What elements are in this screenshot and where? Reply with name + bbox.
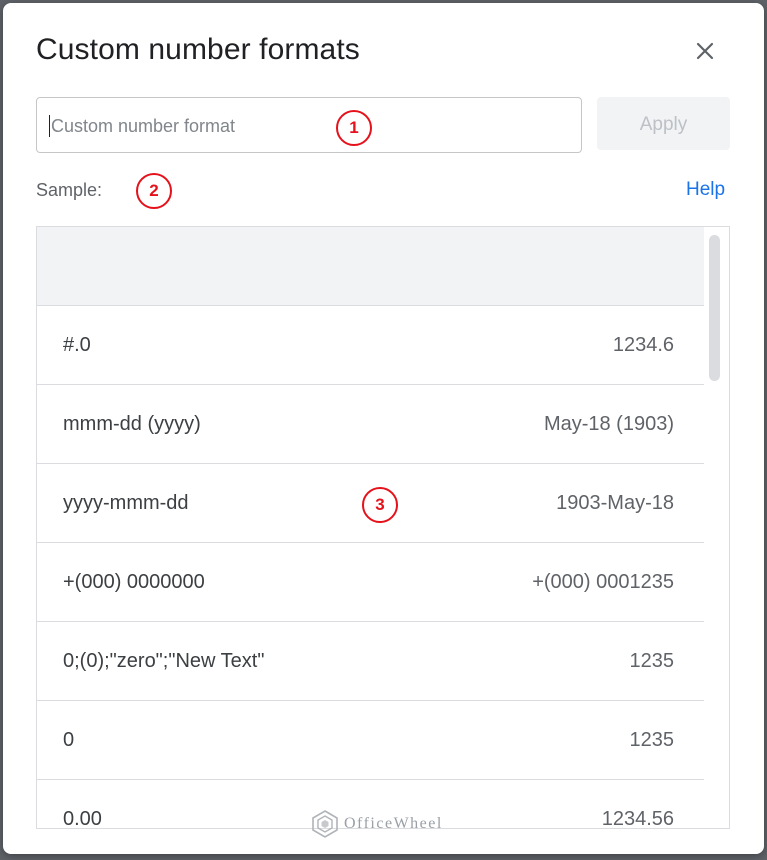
- format-sample: 1903-May-18: [556, 492, 674, 514]
- watermark: OfficeWheel: [312, 809, 443, 839]
- format-sample: +(000) 0001235: [532, 571, 674, 593]
- format-row[interactable]: #.0 1234.6: [37, 305, 704, 384]
- format-pattern: +(000) 0000000: [63, 571, 205, 593]
- dialog-title: Custom number formats: [36, 33, 360, 66]
- format-pattern: 0: [63, 729, 75, 751]
- format-pattern: #.0: [63, 334, 91, 356]
- custom-number-formats-dialog: Custom number formats Apply Sample: Help…: [3, 3, 764, 854]
- format-sample: 1234.6: [612, 334, 674, 356]
- custom-format-field[interactable]: [36, 97, 582, 154]
- format-sample: 1235: [629, 650, 675, 672]
- custom-format-input[interactable]: [49, 98, 573, 154]
- format-pattern: yyyy-mmm-dd: [63, 492, 189, 514]
- format-sample: May-18 (1903): [543, 413, 674, 435]
- scrollbar-thumb[interactable]: [709, 235, 720, 381]
- sample-label: Sample:: [36, 180, 103, 200]
- format-row[interactable]: +(000) 0000000 +(000) 0001235: [37, 542, 704, 621]
- format-row[interactable]: mmm-dd (yyyy) May-18 (1903): [37, 384, 704, 463]
- annotation-badge-1: 1: [336, 110, 372, 146]
- format-sample: 1235: [629, 729, 675, 751]
- annotation-badge-2: 2: [136, 173, 172, 209]
- text-caret: [49, 115, 50, 137]
- officewheel-logo-icon: [312, 810, 338, 838]
- format-row[interactable]: 0 1235: [37, 700, 704, 779]
- sample-preview-area: [37, 227, 704, 305]
- format-sample: 1234.56: [601, 808, 674, 829]
- apply-button[interactable]: Apply: [597, 97, 730, 150]
- format-list[interactable]: #.0 1234.6 mmm-dd (yyyy) May-18 (1903) y…: [36, 226, 730, 829]
- help-link[interactable]: Help: [686, 179, 725, 201]
- format-pattern: 0;(0);"zero";"New Text": [63, 650, 265, 672]
- format-row[interactable]: 0;(0);"zero";"New Text" 1235: [37, 621, 704, 700]
- format-pattern: 0.00: [63, 808, 102, 829]
- annotation-badge-3: 3: [362, 487, 398, 523]
- watermark-text: OfficeWheel: [344, 815, 443, 832]
- close-icon[interactable]: [693, 39, 717, 63]
- format-pattern: mmm-dd (yyyy): [63, 413, 201, 435]
